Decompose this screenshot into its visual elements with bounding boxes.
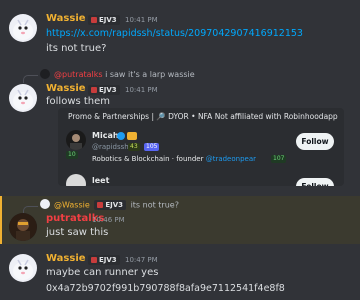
image-embed[interactable]: Promo & Partnerships | 🔎 DYOR • NFA Not … bbox=[58, 108, 344, 186]
message-text: its not true? bbox=[46, 43, 107, 54]
reply-preview[interactable]: @putratalks i saw it's a larp wassie bbox=[54, 70, 195, 79]
verified-icon bbox=[117, 132, 125, 140]
username[interactable]: Wassie bbox=[46, 13, 86, 24]
reply-spine bbox=[23, 75, 38, 83]
embed-promo-text: Promo & Partnerships | 🔎 DYOR • NFA Not … bbox=[68, 112, 338, 121]
reply-avatar bbox=[40, 69, 50, 79]
server-tag: EJV3 bbox=[88, 15, 120, 25]
follow-button[interactable]: Follow bbox=[296, 178, 334, 186]
server-tag: EJV3 bbox=[88, 255, 120, 265]
card-bio: Robotics & Blockchain · founder @tradeon… bbox=[92, 155, 257, 163]
message-text: maybe can runner yes bbox=[46, 267, 159, 278]
server-tag-icon bbox=[97, 202, 104, 208]
badge-count: 43 bbox=[128, 143, 140, 151]
card-handle: @rapidssh bbox=[92, 143, 129, 151]
reply-avatar bbox=[40, 199, 50, 209]
message-text-address: 0x4a72b9702f991b790788f8afa9e7112541f4e8… bbox=[46, 283, 285, 294]
server-tag: EJV3 bbox=[94, 200, 127, 210]
message-text: just saw this bbox=[46, 227, 109, 238]
reply-preview[interactable]: @Wassie EJV3 its not true? bbox=[54, 200, 179, 210]
follow-button[interactable]: Follow bbox=[296, 133, 334, 150]
wassie-avatar[interactable] bbox=[9, 14, 37, 42]
server-tag-icon bbox=[91, 257, 97, 263]
timestamp: 10:47 PM bbox=[125, 256, 158, 264]
card-name: leet bbox=[92, 176, 110, 185]
card-name: Micah bbox=[92, 131, 119, 140]
server-tag-icon bbox=[91, 17, 97, 23]
bio-badge: 107 bbox=[271, 155, 287, 163]
server-tag: EJV3 bbox=[88, 85, 120, 95]
tweet-link[interactable]: https://x.com/rapidssh/status/2097042907… bbox=[46, 28, 303, 39]
timestamp: 10:41 PM bbox=[125, 16, 158, 24]
putratalks-avatar[interactable] bbox=[9, 213, 37, 241]
gold-badge bbox=[127, 132, 137, 140]
wassie-avatar[interactable] bbox=[9, 254, 37, 282]
badge-count-2: 105 bbox=[144, 143, 160, 151]
timestamp: 10:46 PM bbox=[92, 216, 125, 224]
badge-small: 10 bbox=[66, 151, 78, 159]
micah-avatar bbox=[66, 130, 86, 150]
wassie-avatar[interactable] bbox=[9, 84, 37, 112]
username[interactable]: Wassie bbox=[46, 253, 86, 264]
server-tag-icon bbox=[91, 87, 97, 93]
leet-avatar bbox=[66, 174, 86, 186]
message-text: follows them bbox=[46, 96, 111, 107]
timestamp: 10:41 PM bbox=[125, 86, 158, 94]
username[interactable]: Wassie bbox=[46, 83, 86, 94]
